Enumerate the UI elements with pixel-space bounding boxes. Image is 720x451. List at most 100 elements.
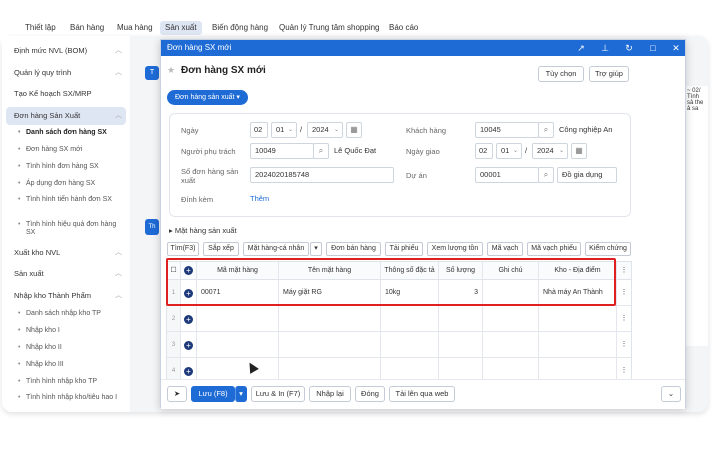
sort-button[interactable]: Sắp xếp (203, 242, 239, 256)
refresh-icon[interactable]: ↻ (623, 42, 635, 54)
sidebar-item-material-issue[interactable]: Xuất kho NVL ︿ (14, 246, 126, 260)
date-month-select[interactable]: 01 ⌄ (271, 122, 297, 138)
open-external-icon[interactable]: ↗ (575, 42, 587, 54)
chevron-down-icon[interactable]: ⌄ (661, 386, 681, 402)
close-button[interactable]: Đóng (355, 386, 385, 402)
menu-purchase[interactable]: Mua hàng (112, 21, 158, 35)
verify-button[interactable]: Kiểm chứng (585, 242, 631, 256)
caret-down-icon: ▾ (239, 389, 243, 398)
spec-cell[interactable] (381, 332, 439, 358)
delivery-date-label: Ngày giao (406, 147, 440, 156)
sidebar-item-process[interactable]: Quản lý quy trình ︿ (14, 66, 126, 80)
calendar-icon[interactable]: ▦ (571, 143, 587, 159)
add-row-icon[interactable]: + (184, 367, 193, 376)
sidebar-item-new-order[interactable]: Đơn hàng SX mới (18, 143, 126, 157)
reset-button[interactable]: Nhập lại (309, 386, 351, 402)
sidebar-item-plan-mrp[interactable]: Tạo Kế hoạch SX/MRP (14, 87, 126, 101)
column-menu-icon[interactable]: ⋮ (617, 262, 631, 280)
sales-order-button[interactable]: Đơn bán hàng (326, 242, 381, 256)
menu-setup[interactable]: Thiết lập (20, 21, 61, 35)
save-options-dropdown[interactable]: ▾ (235, 386, 247, 402)
sidebar-item-order-status[interactable]: Tình hình đơn hàng SX (18, 160, 126, 174)
calendar-icon[interactable]: ▦ (346, 122, 362, 138)
find-button[interactable]: Tìm(F3) (167, 242, 199, 256)
menu-inventory-movement[interactable]: Biến động hàng (207, 21, 273, 35)
order-number-field[interactable]: 2024020185748 (250, 167, 394, 183)
pin-icon[interactable]: ⊥ (599, 42, 611, 54)
note-cell[interactable] (483, 306, 539, 332)
dialog-footer: ➤ Lưu (F8) ▾ Lưu & In (F7) Nhập lại Đóng… (161, 379, 685, 409)
delivery-day-field[interactable]: 02 (475, 143, 493, 159)
save-and-print-button[interactable]: Lưu & In (F7) (251, 386, 305, 402)
upload-web-button[interactable]: Tải lên qua web (389, 386, 455, 402)
menu-reports[interactable]: Báo cáo (384, 21, 423, 35)
warehouse-cell[interactable] (539, 306, 617, 332)
help-button[interactable]: Trợ giúp (589, 66, 629, 82)
sidebar-item-fg-receipt-list[interactable]: Danh sách nhập kho TP (18, 307, 126, 321)
quantity-cell[interactable] (439, 332, 483, 358)
sidebar-item-production[interactable]: Sản xuất ︿ (14, 267, 126, 281)
search-icon[interactable]: ⌕ (313, 143, 329, 159)
sidebar-item-receipt-1[interactable]: Nhập kho I (18, 324, 126, 338)
row-menu-icon[interactable]: ⋮ (617, 332, 631, 358)
top-menu-bar: Thiết lập Bán hàng Mua hàng Sản xuất Biế… (0, 0, 720, 36)
person-code-field[interactable]: 10049 (250, 143, 314, 159)
order-type-dropdown[interactable]: Đơn hàng sản xuất ▾ (167, 90, 248, 105)
production-items-section[interactable]: ▸ Mặt hàng sản xuất (169, 226, 237, 235)
favorite-star-icon[interactable]: ★ (167, 65, 175, 76)
warehouse-cell[interactable] (539, 332, 617, 358)
options-button[interactable]: Tùy chọn (538, 66, 584, 82)
send-icon[interactable]: ➤ (167, 386, 187, 402)
sidebar-item-order-list[interactable]: Danh sách đơn hàng SX (18, 126, 126, 140)
item-code-cell[interactable] (197, 332, 279, 358)
sidebar-item-receipt-3[interactable]: Nhập kho III (18, 358, 126, 372)
sidebar-item-efficiency[interactable]: Tình hình hiệu quả đơn hàng SX (18, 221, 126, 239)
sidebar-item-fg-receipt[interactable]: Nhập kho Thành Phẩm ︿ (14, 289, 126, 303)
sidebar-item-apply-order[interactable]: Áp dụng đơn hàng SX (18, 177, 126, 191)
delivery-year-select[interactable]: 2024 ⌄ (532, 143, 568, 159)
spec-cell[interactable] (381, 306, 439, 332)
background-tab: Th (145, 219, 159, 235)
maximize-icon[interactable]: □ (647, 42, 659, 54)
row-number: 2 (167, 306, 181, 332)
sidebar-item-receipt-2[interactable]: Nhập kho II (18, 341, 126, 355)
menu-shopping-center[interactable]: Quản lý Trung tâm shopping (274, 21, 385, 35)
date-year-select[interactable]: 2024 ⌄ (307, 122, 343, 138)
search-icon[interactable]: ⌕ (538, 122, 554, 138)
customer-name: Công nghiệp An (559, 125, 613, 134)
add-attachment-link[interactable]: Thêm (250, 191, 269, 207)
item-code-cell[interactable] (197, 306, 279, 332)
barcode-button[interactable]: Mã vạch (487, 242, 523, 256)
sidebar-item-production-orders[interactable]: Đơn hàng Sản Xuất ︿ (6, 107, 126, 125)
voucher-barcode-button[interactable]: Mã vạch phiếu (527, 242, 581, 256)
menu-production[interactable]: Sản xuất (160, 21, 202, 35)
search-icon[interactable]: ⌕ (538, 167, 554, 183)
row-menu-icon[interactable]: ⋮ (617, 280, 631, 306)
load-voucher-button[interactable]: Tải phiếu (385, 242, 423, 256)
project-label: Dự án (406, 171, 427, 180)
sidebar-item-receipt-consumption[interactable]: Tình hình nhập kho/tiêu hao I (18, 394, 126, 412)
date-day-field[interactable]: 02 (250, 122, 268, 138)
project-name-field[interactable]: Đồ gia dụng (557, 167, 617, 183)
personal-items-dropdown[interactable]: ▾ (310, 242, 322, 256)
quantity-cell[interactable] (439, 306, 483, 332)
customer-code-field[interactable]: 10045 (475, 122, 539, 138)
caret-down-icon: ▾ (236, 94, 240, 101)
personal-items-button[interactable]: Mặt hàng-cá nhân (243, 242, 309, 256)
add-row-icon[interactable]: + (184, 315, 193, 324)
delivery-month-select[interactable]: 01 ⌄ (496, 143, 522, 159)
view-stock-button[interactable]: Xem lượng tồn (427, 242, 483, 256)
item-name-cell[interactable] (279, 306, 381, 332)
save-button[interactable]: Lưu (F8) (191, 386, 235, 402)
close-icon[interactable]: ✕ (670, 42, 682, 54)
add-row-icon[interactable]: + (184, 341, 193, 350)
sidebar-item-progress[interactable]: Tình hình tiến hành đơn SX (18, 196, 126, 214)
sidebar-item-fg-receipt-status[interactable]: Tình hình nhập kho TP (18, 375, 126, 389)
note-cell[interactable] (483, 332, 539, 358)
project-code-field[interactable]: 00001 (475, 167, 539, 183)
item-name-cell[interactable] (279, 332, 381, 358)
caret-right-icon: ▸ (169, 226, 173, 235)
row-menu-icon[interactable]: ⋮ (617, 306, 631, 332)
sidebar-item-bom[interactable]: Định mức NVL (BOM) ︿ (14, 44, 126, 58)
menu-sales[interactable]: Bán hàng (65, 21, 109, 35)
